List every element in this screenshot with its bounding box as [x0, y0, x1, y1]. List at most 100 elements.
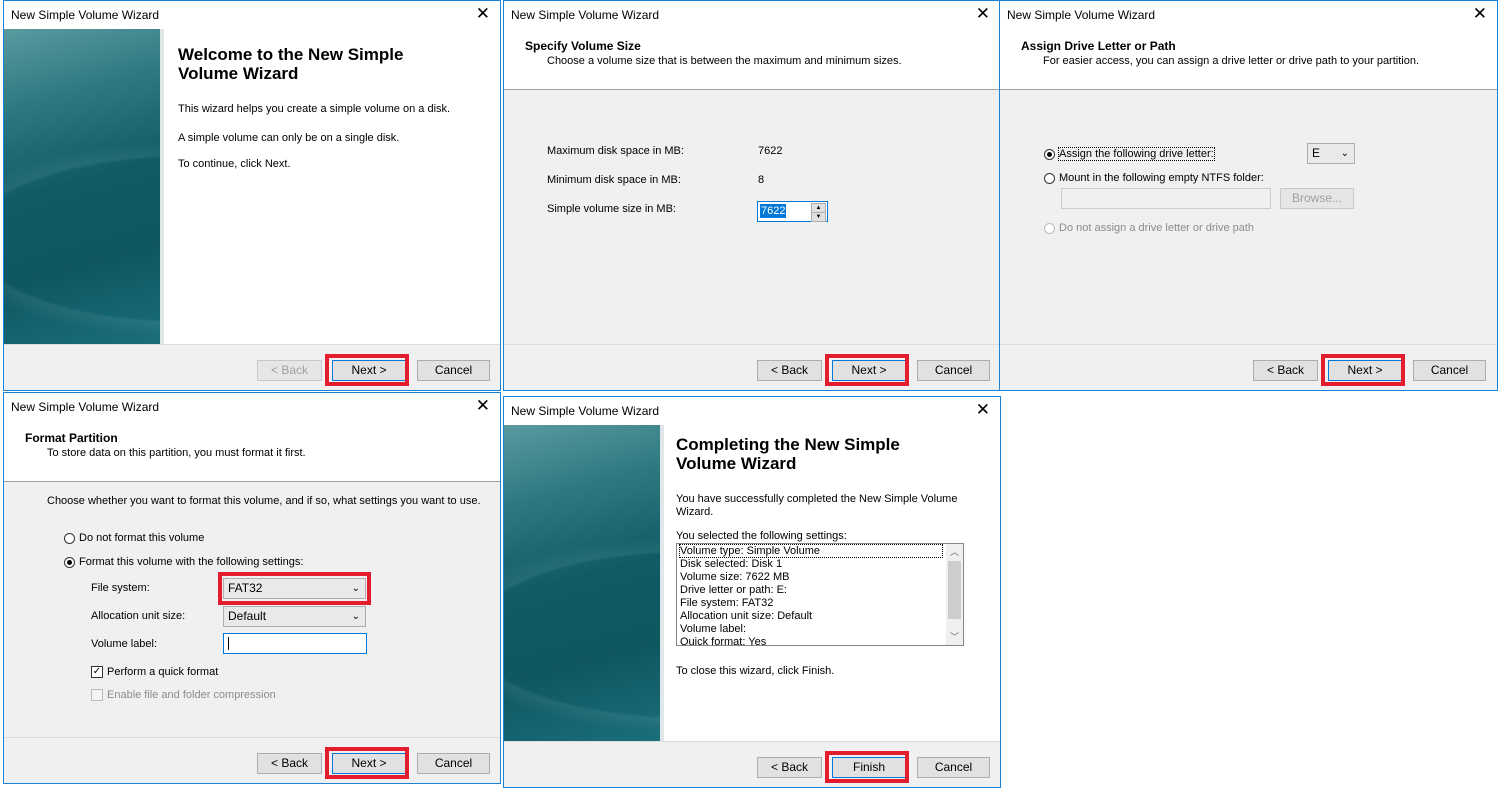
- close-icon[interactable]: ✕: [476, 5, 490, 22]
- wizard-complete-window: New Simple Volume Wizard ✕ Completing th…: [503, 396, 1001, 788]
- text-cursor: [228, 637, 229, 650]
- button-bar: < Back Next > Cancel: [1000, 344, 1497, 390]
- next-highlight: [825, 354, 909, 386]
- list-item: Volume size: 7622 MB: [680, 571, 790, 583]
- back-button[interactable]: < Back: [757, 757, 822, 778]
- settings-label: You selected the following settings:: [676, 530, 847, 542]
- wizard-sidebar-image: [4, 29, 164, 345]
- close-icon[interactable]: ✕: [476, 397, 490, 414]
- no-format-label[interactable]: Do not format this volume: [79, 532, 204, 544]
- format-radio[interactable]: [64, 557, 75, 568]
- page-subtitle: For easier access, you can assign a driv…: [1043, 55, 1420, 67]
- browse-button[interactable]: Browse...: [1280, 188, 1354, 209]
- compression-checkbox[interactable]: [91, 689, 103, 701]
- min-size-value: 8: [758, 174, 765, 186]
- finish-highlight: [825, 751, 909, 783]
- welcome-title-line2: Volume Wizard: [178, 64, 299, 83]
- back-button[interactable]: < Back: [757, 360, 822, 381]
- file-system-label: File system:: [91, 582, 150, 594]
- max-size-value: 7622: [758, 145, 783, 157]
- complete-content: Completing the New Simple Volume Wizard …: [668, 425, 1000, 742]
- title-bar[interactable]: New Simple Volume Wizard ✕: [4, 1, 500, 29]
- page-body: Maximum disk space in MB: 7622 Minimum d…: [504, 90, 1000, 345]
- page-body: Choose whether you want to format this v…: [4, 482, 500, 738]
- list-item: Disk selected: Disk 1: [680, 558, 783, 570]
- volume-size-value[interactable]: 7622: [760, 204, 787, 218]
- no-letter-radio[interactable]: [1044, 223, 1055, 234]
- assign-letter-label[interactable]: Assign the following drive letter:: [1058, 147, 1215, 161]
- quick-format-checkbox[interactable]: ✓: [91, 666, 103, 678]
- complete-title-line2: Volume Wizard: [676, 454, 797, 473]
- title-bar[interactable]: New Simple Volume Wizard ✕: [4, 393, 500, 421]
- mount-folder-label[interactable]: Mount in the following empty NTFS folder…: [1059, 172, 1264, 184]
- page-body: Assign the following drive letter: E ⌄ M…: [1000, 90, 1497, 345]
- next-highlight: [325, 747, 409, 779]
- cancel-button[interactable]: Cancel: [1413, 360, 1486, 381]
- page-subtitle: To store data on this partition, you mus…: [47, 447, 306, 459]
- welcome-content: Welcome to the New Simple Volume Wizard …: [168, 29, 500, 345]
- format-intro: Choose whether you want to format this v…: [47, 495, 481, 507]
- settings-list[interactable]: Volume type: Simple Volume Disk selected…: [676, 543, 964, 646]
- wizard-sidebar-image: [504, 425, 664, 742]
- title-bar[interactable]: New Simple Volume Wizard ✕: [1000, 1, 1497, 29]
- allocation-select[interactable]: Default ⌄: [223, 606, 366, 627]
- page-header: Specify Volume Size Choose a volume size…: [504, 29, 1000, 90]
- wizard-drive-window: New Simple Volume Wizard ✕ Assign Drive …: [999, 0, 1498, 391]
- quick-format-label[interactable]: Perform a quick format: [107, 666, 218, 678]
- cancel-button[interactable]: Cancel: [417, 360, 490, 381]
- mount-folder-path: [1061, 188, 1271, 209]
- title-bar[interactable]: New Simple Volume Wizard ✕: [504, 1, 1000, 29]
- page-title: Assign Drive Letter or Path: [1021, 39, 1176, 53]
- volume-size-stepper[interactable]: 7622 ▲ ▼: [757, 201, 828, 222]
- volume-size-label: Simple volume size in MB:: [547, 203, 676, 215]
- volume-label-label: Volume label:: [91, 638, 158, 650]
- wizard-format-window: New Simple Volume Wizard ✕ Format Partit…: [3, 392, 501, 784]
- close-icon[interactable]: ✕: [976, 5, 990, 22]
- scroll-up-icon[interactable]: ︿: [946, 544, 963, 560]
- window-title: New Simple Volume Wizard: [11, 8, 160, 22]
- cancel-button[interactable]: Cancel: [917, 757, 990, 778]
- spin-down-icon[interactable]: ▼: [811, 212, 826, 222]
- chevron-down-icon: ⌄: [351, 611, 360, 622]
- list-item: File system: FAT32: [680, 597, 774, 609]
- assign-letter-radio[interactable]: [1044, 149, 1055, 160]
- mount-folder-radio[interactable]: [1044, 173, 1055, 184]
- compression-label[interactable]: Enable file and folder compression: [107, 689, 276, 701]
- welcome-text-2: A simple volume can only be on a single …: [178, 132, 400, 144]
- wizard-size-window: New Simple Volume Wizard ✕ Specify Volum…: [503, 0, 1001, 391]
- button-bar: < Back Next > Cancel: [504, 344, 1000, 390]
- drive-letter-select[interactable]: E ⌄: [1307, 143, 1355, 164]
- list-item: Allocation unit size: Default: [680, 610, 813, 622]
- list-item: Drive letter or path: E:: [680, 584, 787, 596]
- no-letter-label[interactable]: Do not assign a drive letter or drive pa…: [1059, 222, 1254, 234]
- no-format-radio[interactable]: [64, 533, 75, 544]
- button-bar: < Back Next > Cancel: [4, 344, 500, 390]
- page-header: Format Partition To store data on this p…: [4, 421, 500, 482]
- volume-label-input[interactable]: [223, 633, 367, 654]
- close-icon[interactable]: ✕: [1473, 5, 1487, 22]
- scroll-down-icon[interactable]: ﹀: [946, 629, 963, 645]
- format-label[interactable]: Format this volume with the following se…: [79, 556, 303, 568]
- title-bar[interactable]: New Simple Volume Wizard ✕: [504, 397, 1000, 425]
- allocation-label: Allocation unit size:: [91, 610, 186, 622]
- drive-letter-value: E: [1312, 146, 1321, 160]
- back-button[interactable]: < Back: [257, 753, 322, 774]
- window-title: New Simple Volume Wizard: [11, 400, 160, 414]
- complete-text-line2: Wizard.: [676, 506, 714, 518]
- list-item: Volume type: Simple Volume: [679, 544, 943, 558]
- back-button[interactable]: < Back: [1253, 360, 1318, 381]
- settings-scrollbar[interactable]: ︿ ﹀: [946, 544, 963, 645]
- cancel-button[interactable]: Cancel: [417, 753, 490, 774]
- window-title: New Simple Volume Wizard: [511, 404, 660, 418]
- next-highlight: [1321, 354, 1405, 386]
- cancel-button[interactable]: Cancel: [917, 360, 990, 381]
- next-highlight: [325, 354, 409, 386]
- max-size-label: Maximum disk space in MB:: [547, 145, 684, 157]
- list-item: Volume label:: [680, 623, 747, 635]
- back-button[interactable]: < Back: [257, 360, 322, 381]
- close-icon[interactable]: ✕: [976, 401, 990, 418]
- allocation-value: Default: [228, 609, 267, 623]
- scroll-thumb[interactable]: [948, 561, 961, 619]
- button-bar: < Back Next > Cancel: [4, 737, 500, 783]
- page-title: Format Partition: [25, 431, 118, 445]
